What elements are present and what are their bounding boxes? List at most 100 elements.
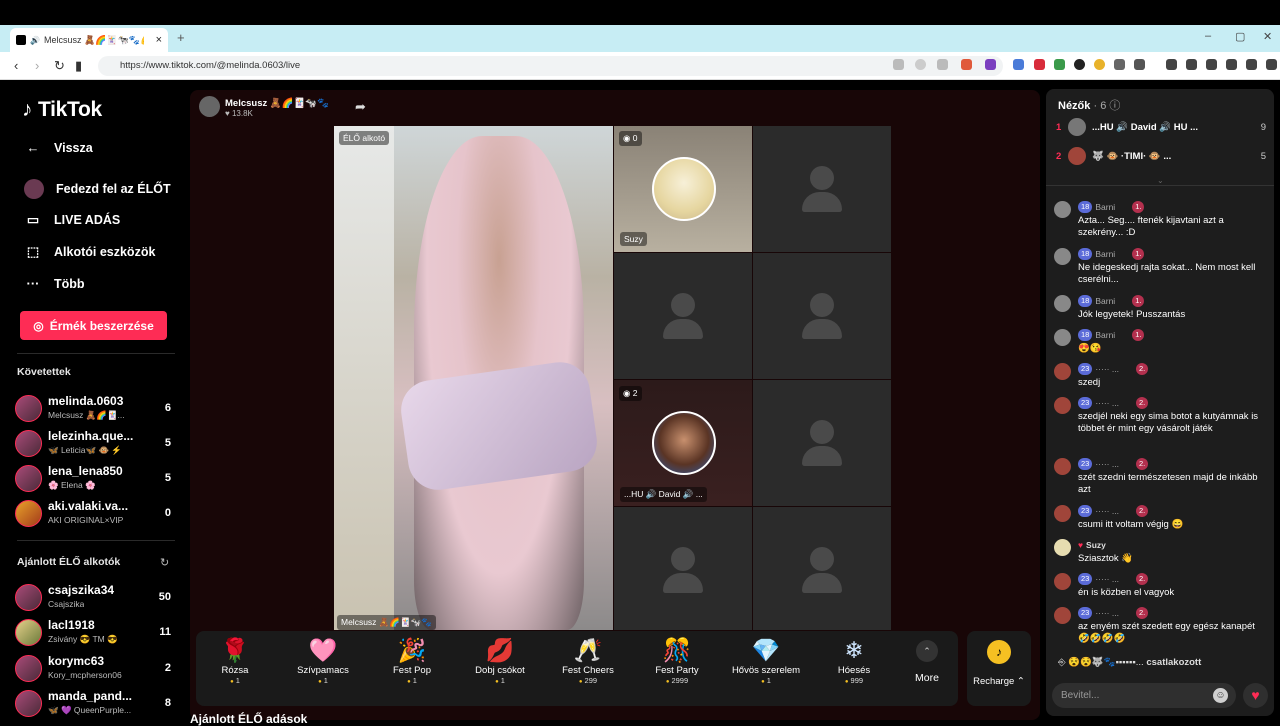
- creator-tools-icon: ⬚: [26, 244, 40, 259]
- recommended-account[interactable]: korymc63 Kory_mcpherson06 2: [15, 654, 175, 686]
- avatar: [652, 157, 716, 221]
- maximize-button[interactable]: ▢: [1235, 30, 1245, 43]
- coin-icon: ♪: [987, 640, 1011, 664]
- get-coins-button[interactable]: ◎ Érmék beszerzése: [20, 311, 167, 340]
- divider: [17, 353, 175, 354]
- person-placeholder-icon: [663, 319, 703, 339]
- chat-input[interactable]: Bevitel...: [1052, 683, 1236, 708]
- top-viewer-row[interactable]: 1 ...HU 🔊 David 🔊 HU ... 9: [1056, 118, 1270, 138]
- recharge-button[interactable]: ♪ Recharge ⌃: [967, 631, 1031, 706]
- live-broadcast-icon: ▭: [26, 212, 40, 227]
- following-account[interactable]: aki.valaki.va... AKI ORIGINAL×VIP 0: [15, 499, 175, 531]
- heart-puff-icon: 🩷: [308, 637, 338, 663]
- chevron-down-icon[interactable]: ⌄: [1157, 176, 1164, 185]
- new-tab-button[interactable]: +: [177, 30, 185, 45]
- forward-icon[interactable]: ›: [35, 58, 39, 73]
- top-viewer-row[interactable]: 2 🐺 🐵 ·TIMI· 🐵 ... 5: [1056, 147, 1270, 167]
- extension-icon[interactable]: [1013, 59, 1024, 70]
- gift-cool-love[interactable]: 💎Hővös szerelem1: [728, 635, 804, 695]
- gift-fest-cheers[interactable]: 🥂Fest Cheers299: [550, 635, 626, 695]
- person-placeholder-icon: [802, 319, 842, 339]
- nav-live-broadcast[interactable]: ▭ LIVE ADÁS: [24, 212, 120, 228]
- tiktok-note-icon: ♪: [22, 98, 33, 121]
- heart-icon: ♥: [1078, 540, 1084, 550]
- kiss-icon: 💋: [485, 637, 515, 663]
- arrow-left-icon: ←: [26, 140, 40, 155]
- host-name[interactable]: Melcsusz 🧸🌈🃏🐄🐾: [225, 98, 329, 109]
- empty-guest-slot[interactable]: [753, 507, 891, 630]
- viewers-heading[interactable]: Nézők · 6 ⓘ: [1058, 97, 1120, 113]
- share-page-icon[interactable]: [937, 59, 948, 70]
- extension-icon[interactable]: [1094, 59, 1105, 70]
- avatar: [1054, 573, 1071, 590]
- tiktok-logo[interactable]: ♪ TikTok: [22, 98, 102, 122]
- browser-tabbar: [0, 25, 1280, 52]
- empty-guest-slot[interactable]: [753, 126, 891, 252]
- refresh-icon[interactable]: ↻: [160, 556, 169, 569]
- gift-snowfall[interactable]: ❄Hóesés999: [816, 635, 892, 695]
- zoom-icon[interactable]: [915, 59, 926, 70]
- extension-icon[interactable]: [1054, 59, 1065, 70]
- avatar: [1054, 248, 1071, 265]
- recommended-account[interactable]: manda_pand... 🦋 💜 QueenPurple... 8: [15, 689, 175, 721]
- empty-guest-slot[interactable]: [753, 380, 891, 506]
- following-account[interactable]: melinda.0603 Melcsusz 🧸🌈🃏... 6: [15, 394, 175, 426]
- info-icon[interactable]: ⓘ: [1109, 100, 1120, 112]
- extension-icon[interactable]: [1114, 59, 1125, 70]
- extension-icon[interactable]: [1134, 59, 1145, 70]
- browser-tab[interactable]: 🔊 Melcsusz 🧸🌈🃏🐄🐾💪 ×: [10, 28, 168, 52]
- empty-guest-slot[interactable]: [614, 253, 752, 379]
- nav-explore-live[interactable]: Fedezd fel az ÉLŐT: [24, 179, 171, 199]
- gift-heart-puff[interactable]: 🩷Szívpamacs1: [285, 635, 361, 695]
- guest-score-badge: ◉ 2: [619, 386, 642, 401]
- translate-icon[interactable]: [893, 59, 904, 70]
- empty-guest-slot[interactable]: [614, 507, 752, 630]
- more-icon: ···: [26, 276, 40, 291]
- person-placeholder-icon: [671, 547, 695, 571]
- gift-fest-pop[interactable]: 🎉Fest Pop1: [374, 635, 450, 695]
- guest-name: ...HU 🔊 David 🔊 ...: [620, 487, 707, 502]
- recommended-account[interactable]: lacl1918 Zsivány 😎 TM 😎 11: [15, 618, 175, 650]
- gift-fest-party[interactable]: 🎊Fest Party2999: [639, 635, 715, 695]
- download-icon[interactable]: [1226, 59, 1237, 70]
- window-close-button[interactable]: ✕: [1263, 30, 1272, 43]
- divider: [17, 540, 175, 541]
- host-avatar[interactable]: [199, 96, 220, 117]
- bookmark-icon[interactable]: ▮: [75, 58, 82, 74]
- coin-icon: ◎: [33, 318, 44, 333]
- nav-more[interactable]: ··· Több: [24, 276, 85, 291]
- gift-blow-kiss[interactable]: 💋Dobj csókot1: [462, 635, 538, 695]
- more-gifts-button[interactable]: ⌃ More: [900, 640, 954, 684]
- minimize-button[interactable]: –: [1205, 30, 1211, 42]
- guest-name: Suzy: [620, 232, 647, 246]
- music-icon[interactable]: [1166, 59, 1177, 70]
- nav-creator-tools[interactable]: ⬚ Alkotói eszközök: [24, 244, 156, 260]
- empty-guest-slot[interactable]: [753, 253, 891, 379]
- extension-icon[interactable]: [1074, 59, 1085, 70]
- following-account[interactable]: lelezinha.que... 🦋 Leticia🦋 🐵 ⚡ 5: [15, 429, 175, 461]
- nav-back[interactable]: ← Vissza: [24, 140, 93, 155]
- like-heart-button[interactable]: ♥: [1243, 683, 1268, 708]
- sidebar-toggle-icon[interactable]: [1186, 59, 1197, 70]
- extension-icon[interactable]: [1034, 59, 1045, 70]
- recommended-account[interactable]: csajszika34 Csajszika 50: [15, 583, 175, 615]
- emoji-icon[interactable]: ☺: [1213, 688, 1228, 703]
- reload-icon[interactable]: ↻: [54, 58, 65, 74]
- avatar: [652, 411, 716, 475]
- back-icon[interactable]: ‹: [14, 58, 18, 73]
- url-field[interactable]: https://www.tiktok.com/@melinda.0603/liv…: [98, 56, 1003, 76]
- wallet-icon[interactable]: [1206, 59, 1217, 70]
- brave-shield-icon[interactable]: [961, 59, 972, 70]
- gift-rose[interactable]: 🌹Rózsa1: [197, 635, 273, 695]
- rewards-icon[interactable]: [985, 59, 996, 70]
- person-placeholder-icon: [810, 547, 834, 571]
- menu-icon[interactable]: [1266, 59, 1277, 70]
- person-placeholder-icon: [802, 192, 842, 212]
- share-icon[interactable]: ➦: [355, 99, 366, 115]
- vpn-icon[interactable]: [1246, 59, 1257, 70]
- following-account[interactable]: lena_lena850 🌸 Elena 🌸 5: [15, 464, 175, 496]
- avatar: [1068, 147, 1086, 165]
- host-video[interactable]: [334, 126, 613, 630]
- avatar: [1054, 201, 1071, 218]
- tab-close-icon[interactable]: ×: [156, 34, 162, 46]
